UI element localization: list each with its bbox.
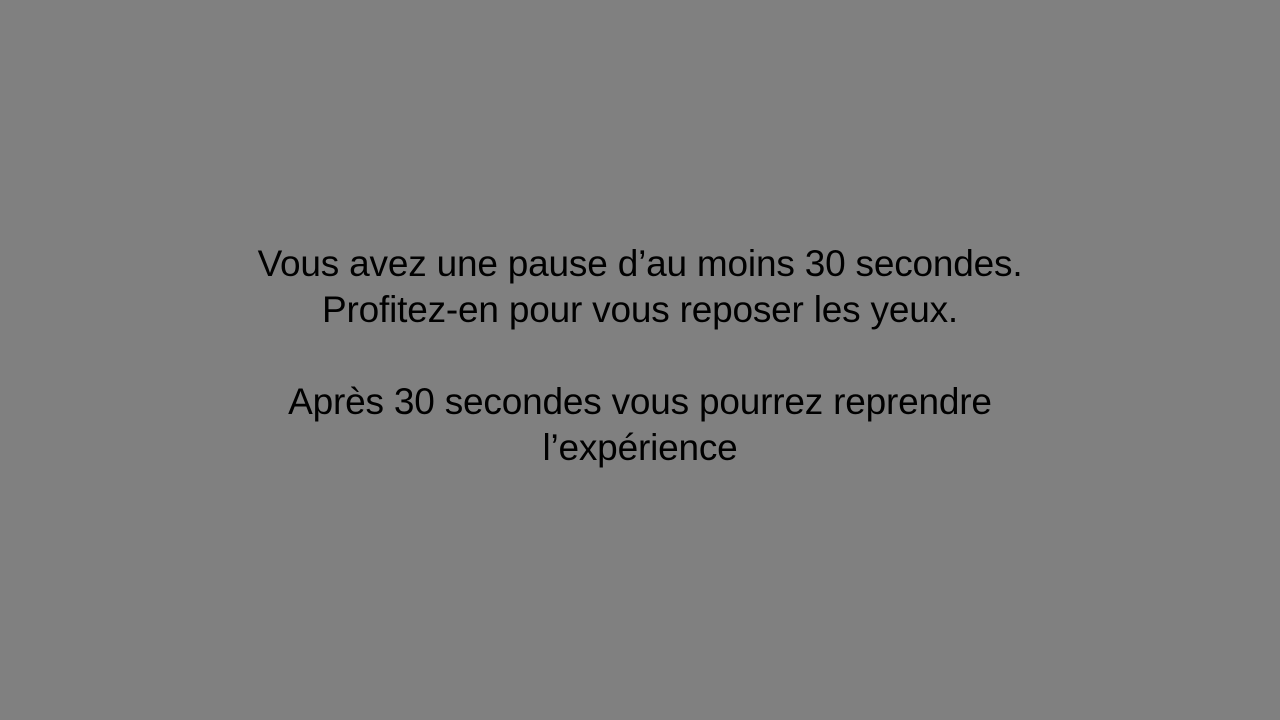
resume-info-text-continued: l’expérience (542, 427, 738, 468)
rest-eyes-text: Profitez-en pour vous reposer les yeux. (322, 289, 958, 330)
pause-message: Vous avez une pause d’au moins 30 second… (0, 241, 1280, 471)
resume-info-text: Après 30 secondes vous pourrez reprendre (288, 381, 992, 422)
pause-screen: Vous avez une pause d’au moins 30 second… (0, 0, 1280, 720)
pause-duration-text: Vous avez une pause d’au moins 30 second… (257, 243, 1023, 284)
